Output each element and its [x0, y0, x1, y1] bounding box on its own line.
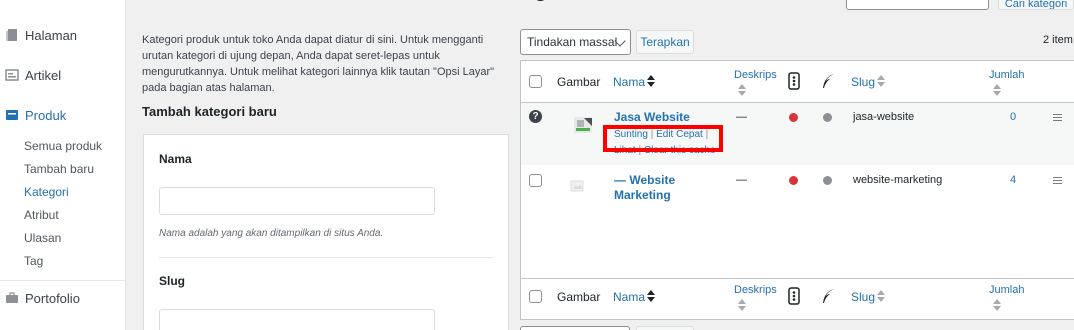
feather-icon [821, 73, 835, 92]
column-slug[interactable]: Slug [851, 290, 875, 304]
page-heading-cutoff: G [534, 0, 546, 6]
bulk-action-select[interactable]: Tindakan massal [520, 29, 631, 55]
column-name[interactable]: Nama [613, 75, 645, 89]
sidebar-item-label: Portofolio [25, 290, 80, 306]
name-field[interactable] [159, 187, 435, 215]
sidebar-item-portofolio[interactable]: Portofolio [0, 286, 126, 310]
column-description[interactable]: Deskrips [734, 69, 777, 81]
count-cell[interactable]: 0 [1010, 111, 1016, 123]
submenu-ulasan[interactable]: Ulasan [24, 231, 61, 245]
items-count: 2 item [1043, 34, 1073, 46]
row-checkbox[interactable] [529, 174, 542, 187]
select-all-checkbox[interactable] [529, 75, 542, 88]
description-cell: — [736, 111, 747, 123]
sidebar-item-label: Halaman [25, 27, 78, 43]
column-count[interactable]: Jumlah [989, 284, 1024, 296]
placeholder-image-icon [570, 179, 584, 193]
form-title: Tambah kategori baru [142, 104, 277, 119]
product-thumbnail [572, 114, 594, 136]
sort-icon[interactable] [738, 84, 746, 96]
product-status-icon [788, 287, 800, 308]
sidebar-divider [0, 280, 126, 281]
products-icon [5, 108, 19, 122]
sort-icon[interactable] [877, 75, 885, 87]
categories-table [520, 60, 1074, 320]
name-hint: Nama adalah yang akan ditampilkan di sit… [159, 228, 384, 239]
sidebar-cutoff-item [0, 0, 126, 6]
feather-icon [821, 288, 835, 307]
status-dot-gray [823, 176, 832, 185]
slug-label: Slug [159, 274, 185, 288]
portfolio-icon [5, 291, 19, 305]
column-slug[interactable]: Slug [851, 75, 875, 89]
highlight-box [603, 125, 723, 152]
column-description[interactable]: Deskrips [734, 284, 777, 296]
sidebar-item-label: Artikel [25, 67, 62, 83]
column-image: Gambar [557, 290, 601, 304]
search-button[interactable]: Cari kategori [998, 0, 1074, 10]
table-footer-divider [520, 278, 1074, 279]
apply-button[interactable]: Terapkan [636, 30, 694, 54]
sort-icon[interactable] [738, 299, 746, 311]
search-input[interactable] [846, 0, 989, 10]
sidebar-item-produk[interactable]: Produk [0, 103, 126, 127]
slug-cell: jasa-website [853, 111, 915, 123]
sidebar-item-halaman[interactable]: Halaman [0, 23, 126, 47]
drag-handle-icon[interactable] [1053, 114, 1062, 121]
submenu-kategori[interactable]: Kategori [24, 185, 69, 199]
sort-icon[interactable] [993, 84, 1001, 96]
articles-icon [5, 68, 19, 82]
product-status-icon [788, 72, 800, 93]
column-image: Gambar [557, 75, 601, 89]
column-name[interactable]: Nama [613, 290, 645, 304]
submenu-tag[interactable]: Tag [24, 254, 43, 268]
apply-button-bottom[interactable] [636, 326, 694, 330]
sort-icon[interactable] [877, 290, 885, 302]
status-dot-gray [823, 113, 832, 122]
submenu-atribut[interactable]: Atribut [24, 208, 59, 222]
pages-icon [5, 28, 19, 42]
category-name-link[interactable]: — Website Marketing [614, 173, 675, 203]
sidebar-item-label: Produk [25, 107, 67, 123]
slug-field[interactable] [159, 309, 435, 330]
count-cell[interactable]: 4 [1010, 174, 1016, 186]
admin-sidebar: Halaman Artikel Produk Semua produk Tamb… [0, 0, 126, 330]
table-header-divider [520, 102, 1074, 103]
select-all-checkbox-footer[interactable] [529, 290, 542, 303]
drag-handle-icon[interactable] [1053, 177, 1062, 184]
form-separator [159, 257, 493, 258]
bulk-action-value: Tindakan massal [527, 35, 618, 49]
slug-cell: website-marketing [853, 174, 943, 186]
name-label: Nama [159, 152, 192, 166]
submenu-tambah-baru[interactable]: Tambah baru [24, 162, 94, 176]
category-name-link[interactable]: Jasa Website [614, 110, 690, 125]
page-description: Kategori produk untuk toko Anda dapat di… [142, 34, 495, 94]
sort-icon[interactable] [647, 290, 655, 302]
bulk-action-select-bottom[interactable] [520, 326, 630, 330]
help-icon[interactable]: ? [529, 110, 542, 123]
status-dot-red [789, 113, 798, 122]
description-cell: — [736, 174, 747, 186]
column-count[interactable]: Jumlah [989, 69, 1024, 81]
sort-icon[interactable] [647, 75, 655, 87]
status-dot-red [789, 176, 798, 185]
sidebar-item-artikel[interactable]: Artikel [0, 63, 126, 87]
submenu-semua-produk[interactable]: Semua produk [24, 139, 102, 153]
sort-icon[interactable] [993, 299, 1001, 311]
